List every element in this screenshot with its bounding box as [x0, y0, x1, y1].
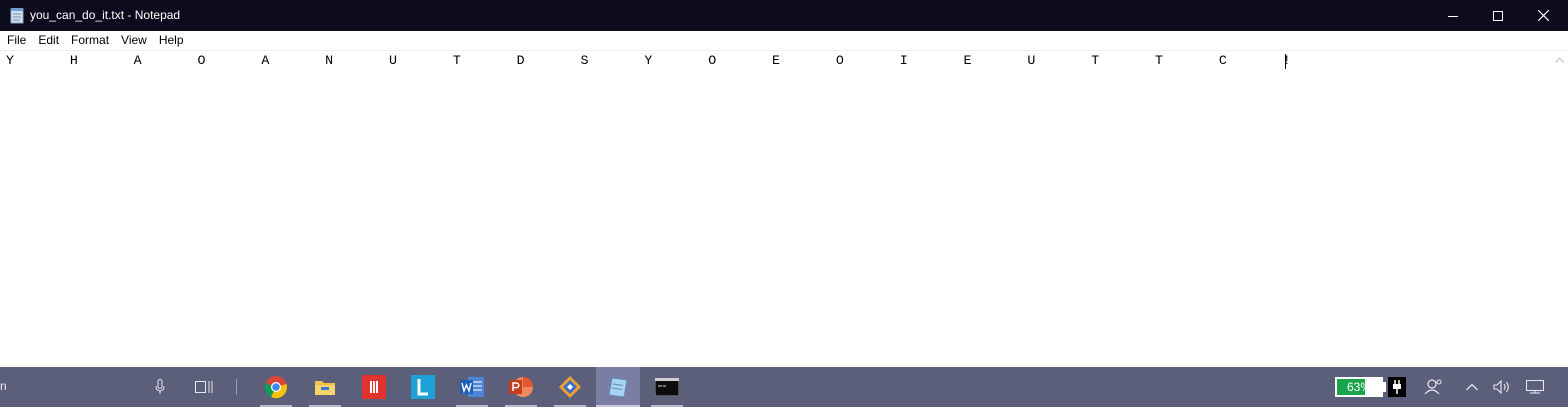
action-center-icon — [1526, 380, 1544, 394]
vertical-scrollbar[interactable] — [1551, 51, 1568, 368]
task-view-icon — [195, 381, 213, 393]
powerpoint-taskbar-button[interactable] — [501, 367, 541, 407]
menu-file[interactable]: File — [1, 31, 32, 50]
menu-view[interactable]: View — [115, 31, 153, 50]
editor-text[interactable]: Y H A O A N U T D S Y O E O I E U T T C … — [6, 53, 1291, 69]
l-app-taskbar-button[interactable] — [403, 367, 443, 407]
close-button[interactable] — [1520, 0, 1566, 31]
charging-plug-icon — [1388, 377, 1406, 397]
window-title: you_can_do_it.txt - Notepad — [30, 8, 181, 22]
menu-edit[interactable]: Edit — [32, 31, 65, 50]
menu-format[interactable]: Format — [65, 31, 115, 50]
taskbar: n 63% — [0, 367, 1568, 407]
notepad-taskbar-button[interactable] — [596, 367, 640, 407]
maximize-button[interactable] — [1475, 0, 1521, 31]
word-taskbar-button[interactable] — [452, 367, 492, 407]
taskbar-separator — [236, 379, 237, 395]
microphone-button[interactable] — [145, 367, 175, 407]
file-explorer-taskbar-button[interactable] — [305, 367, 345, 407]
file-explorer-icon — [315, 381, 335, 395]
battery-indicator[interactable]: 63% — [1335, 377, 1383, 397]
text-editor[interactable]: Y H A O A N U T D S Y O E O I E U T T C … — [0, 50, 1568, 368]
task-view-button[interactable] — [188, 367, 220, 407]
menu-help[interactable]: Help — [153, 31, 190, 50]
title-bar: you_can_do_it.txt - Notepad — [0, 0, 1568, 31]
maximize-icon — [1493, 10, 1503, 21]
chrome-taskbar-button[interactable] — [256, 367, 296, 407]
tool-app-icon — [559, 376, 581, 398]
volume-button[interactable] — [1490, 367, 1514, 407]
chevron-up-icon — [1466, 383, 1478, 391]
terminal-icon — [655, 378, 679, 396]
menu-bar: File Edit Format View Help — [0, 31, 1568, 50]
powerpoint-icon — [509, 377, 533, 397]
close-icon — [1537, 10, 1549, 21]
terminal-taskbar-button[interactable] — [647, 367, 687, 407]
search-box-fragment[interactable]: n — [0, 379, 7, 393]
scroll-up-arrow-icon[interactable] — [1555, 57, 1564, 63]
tool-app-taskbar-button[interactable] — [550, 367, 590, 407]
battery-percent: 63% — [1346, 380, 1372, 394]
notepad-app-icon — [9, 7, 25, 24]
minimize-icon — [1448, 15, 1458, 17]
text-caret — [1285, 54, 1286, 69]
minimize-button[interactable] — [1430, 0, 1476, 31]
people-button[interactable] — [1420, 367, 1446, 407]
action-center-button[interactable] — [1522, 367, 1548, 407]
red-app-icon — [362, 375, 386, 399]
word-icon — [460, 377, 484, 397]
notepad-icon — [608, 377, 628, 398]
volume-icon — [1493, 380, 1509, 394]
battery-cap — [1383, 382, 1386, 392]
microphone-icon — [155, 379, 165, 394]
show-hidden-icons-button[interactable] — [1460, 367, 1484, 407]
people-icon — [1424, 379, 1442, 395]
chrome-icon — [264, 376, 287, 399]
l-app-icon — [411, 375, 435, 399]
red-app-taskbar-button[interactable] — [354, 367, 394, 407]
